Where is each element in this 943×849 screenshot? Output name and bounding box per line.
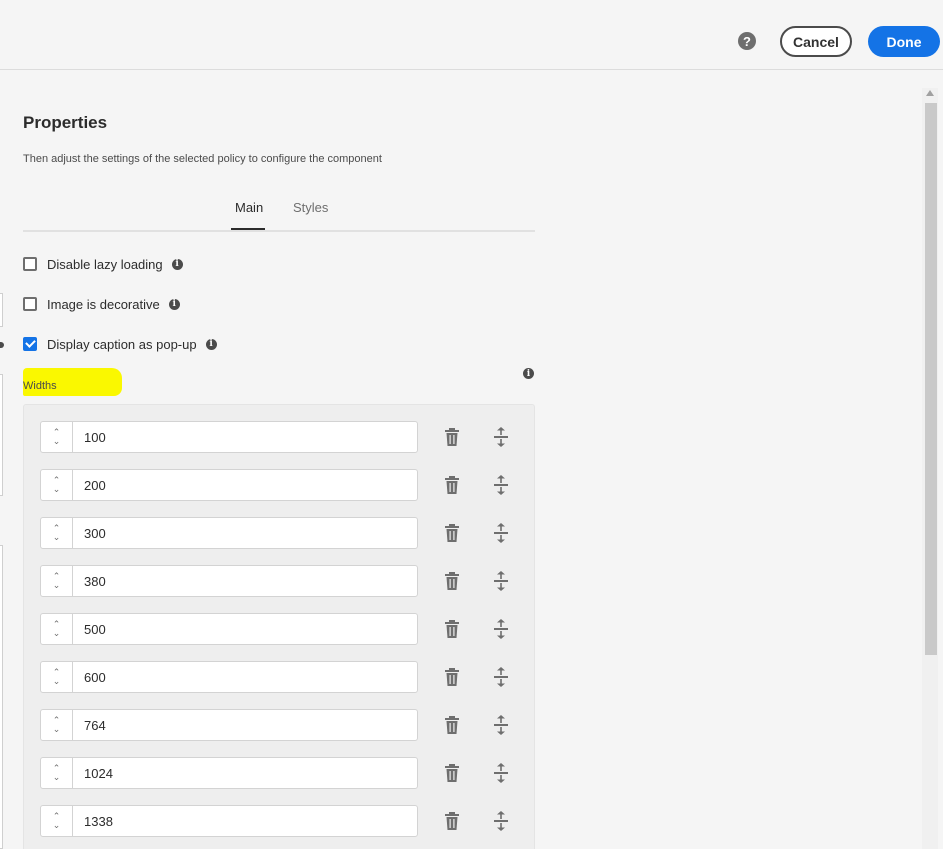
stepper-icon[interactable]: ⌃ ⌄ <box>41 614 73 644</box>
scroll-up-icon[interactable] <box>926 90 934 96</box>
option-label: Display caption as pop-up <box>47 336 197 352</box>
trash-icon[interactable] <box>444 476 460 494</box>
move-handle-icon[interactable] <box>493 763 509 783</box>
width-number-field[interactable]: ⌃ ⌄ 500 <box>40 613 418 645</box>
move-handle-icon[interactable] <box>493 715 509 735</box>
left-panel-edge <box>0 545 3 849</box>
page-subtitle: Then adjust the settings of the selected… <box>23 153 382 165</box>
width-number-field[interactable]: ⌃ ⌄ 600 <box>40 661 418 693</box>
left-panel-edge <box>0 293 3 327</box>
width-value: 500 <box>84 622 106 637</box>
trash-icon[interactable] <box>444 428 460 446</box>
trash-icon[interactable] <box>444 716 460 734</box>
tab-bar: Main Styles <box>23 190 535 232</box>
scrollbar-thumb[interactable] <box>925 103 937 655</box>
width-value: 380 <box>84 574 106 589</box>
info-icon[interactable]: i <box>523 368 534 379</box>
width-number-field[interactable]: ⌃ ⌄ 380 <box>40 565 418 597</box>
tab-main[interactable]: Main <box>235 200 263 215</box>
policy-dialog: ? Cancel Done Properties Then adjust the… <box>0 0 943 849</box>
width-value: 1024 <box>84 766 113 781</box>
width-number-field[interactable]: ⌃ ⌄ 200 <box>40 469 418 501</box>
trash-icon[interactable] <box>444 620 460 638</box>
width-value: 300 <box>84 526 106 541</box>
move-handle-icon[interactable] <box>493 811 509 831</box>
width-number-field[interactable]: ⌃ ⌄ 764 <box>40 709 418 741</box>
width-value: 764 <box>84 718 106 733</box>
trash-icon[interactable] <box>444 764 460 782</box>
width-number-field[interactable]: ⌃ ⌄ 100 <box>40 421 418 453</box>
option-label: Disable lazy loading <box>47 256 163 272</box>
widths-label: Widths <box>23 380 57 392</box>
stepper-icon[interactable]: ⌃ ⌄ <box>41 422 73 452</box>
trash-icon[interactable] <box>444 668 460 686</box>
trash-icon[interactable] <box>444 524 460 542</box>
left-panel-edge <box>0 374 3 496</box>
width-value: 600 <box>84 670 106 685</box>
top-action-bar: ? Cancel Done <box>0 0 943 70</box>
move-handle-icon[interactable] <box>493 427 509 447</box>
option-label: Image is decorative <box>47 296 160 312</box>
option-image-is-decorative[interactable]: Image is decorative i <box>23 295 180 313</box>
info-icon[interactable]: i <box>171 258 183 270</box>
checkbox[interactable] <box>23 257 37 271</box>
stepper-icon[interactable]: ⌃ ⌄ <box>41 518 73 548</box>
width-value: 1338 <box>84 814 113 829</box>
stepper-icon[interactable]: ⌃ ⌄ <box>41 758 73 788</box>
stepper-icon[interactable]: ⌃ ⌄ <box>41 662 73 692</box>
help-icon[interactable]: ? <box>738 32 756 50</box>
move-handle-icon[interactable] <box>493 523 509 543</box>
info-icon[interactable]: i <box>168 298 180 310</box>
done-button[interactable]: Done <box>868 26 940 57</box>
width-number-field[interactable]: ⌃ ⌄ 300 <box>40 517 418 549</box>
info-icon[interactable]: i <box>205 338 217 350</box>
width-value: 200 <box>84 478 106 493</box>
move-handle-icon[interactable] <box>493 667 509 687</box>
checkbox[interactable] <box>23 297 37 311</box>
stepper-icon[interactable]: ⌃ ⌄ <box>41 710 73 740</box>
move-handle-icon[interactable] <box>493 619 509 639</box>
cancel-button[interactable]: Cancel <box>780 26 852 57</box>
stepper-icon[interactable]: ⌃ ⌄ <box>41 470 73 500</box>
stepper-icon[interactable]: ⌃ ⌄ <box>41 806 73 836</box>
move-handle-icon[interactable] <box>493 571 509 591</box>
stepper-icon[interactable]: ⌃ ⌄ <box>41 566 73 596</box>
option-disable-lazy-loading[interactable]: Disable lazy loading i <box>23 255 183 273</box>
tab-styles[interactable]: Styles <box>293 200 328 215</box>
page-title: Properties <box>23 113 108 132</box>
move-handle-icon[interactable] <box>493 475 509 495</box>
width-value: 100 <box>84 430 106 445</box>
width-number-field[interactable]: ⌃ ⌄ 1338 <box>40 805 418 837</box>
trash-icon[interactable] <box>444 572 460 590</box>
checkbox-checked[interactable] <box>23 337 37 351</box>
option-display-caption-popup[interactable]: Display caption as pop-up i <box>23 335 217 353</box>
width-number-field[interactable]: ⌃ ⌄ 1024 <box>40 757 418 789</box>
trash-icon[interactable] <box>444 812 460 830</box>
left-panel-marker <box>0 342 4 348</box>
tab-selected-indicator <box>231 228 265 230</box>
